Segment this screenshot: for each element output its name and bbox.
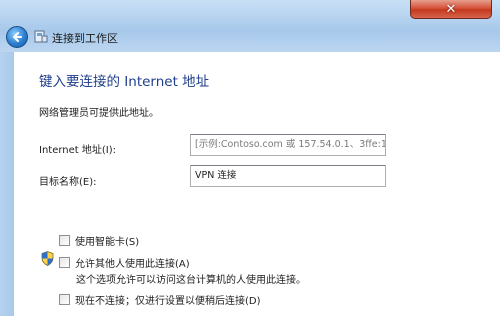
allow-others-option[interactable]: 允许其他人使用此连接(A): [59, 255, 190, 270]
allow-others-checkbox[interactable]: [59, 257, 70, 268]
window-frame-left: [0, 52, 14, 316]
allow-others-label: 允许其他人使用此连接(A): [75, 259, 190, 270]
dont-connect-option[interactable]: 现在不连接；仅进行设置以便稍后连接(D): [59, 292, 261, 307]
internet-address-label: Internet 地址(I):: [39, 145, 117, 156]
dont-connect-checkbox[interactable]: [59, 294, 70, 305]
close-button[interactable]: ✕: [410, 0, 492, 19]
destination-name-input[interactable]: VPN 连接: [190, 165, 386, 187]
smartcard-option[interactable]: 使用智能卡(S): [59, 233, 139, 248]
smartcard-checkbox[interactable]: [59, 235, 70, 246]
dont-connect-label: 现在不连接；仅进行设置以便稍后连接(D): [75, 296, 261, 307]
destination-name-label: 目标名称(E):: [39, 177, 97, 188]
page-description: 网络管理员可提供此地址。: [39, 108, 159, 119]
back-button[interactable]: [6, 26, 28, 48]
window-title: 连接到工作区: [52, 32, 118, 45]
smartcard-label: 使用智能卡(S): [75, 237, 140, 248]
network-wizard-icon: [34, 30, 48, 43]
allow-others-note: 这个选项允许可以访问这台计算机的人使用此连接。: [76, 275, 306, 286]
back-arrow-icon: [13, 32, 22, 42]
page-heading: 键入要连接的 Internet 地址: [39, 74, 210, 90]
uac-shield-icon: [41, 251, 54, 266]
close-icon: ✕: [445, 1, 457, 17]
wizard-content: 键入要连接的 Internet 地址 网络管理员可提供此地址。 Internet…: [14, 52, 500, 316]
internet-address-input[interactable]: [示例:Contoso.com 或 157.54.0.1、3ffe:1234::…: [190, 134, 386, 156]
